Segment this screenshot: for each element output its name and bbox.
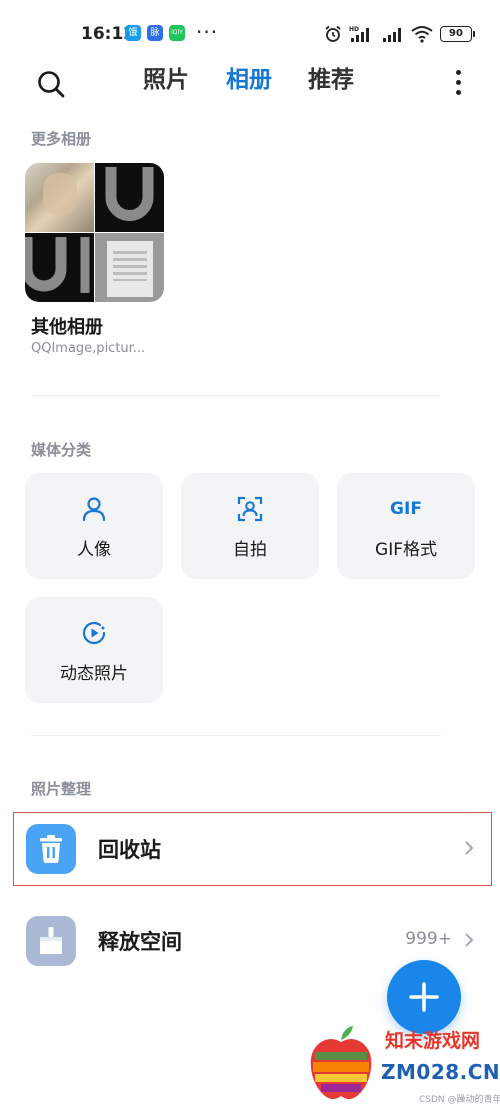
- more-notifications-icon: ···: [196, 20, 219, 44]
- album-subtitle: QQImage,pictur...: [31, 341, 146, 356]
- section-title-more-albums: 更多相册: [31, 130, 92, 148]
- watermark-credit: CSDN @躁动的青年: [419, 1095, 500, 1105]
- maimai-app-icon: 脉: [147, 25, 163, 41]
- chevron-right-icon: [465, 841, 474, 855]
- wifi-icon: [411, 26, 433, 43]
- signal-icon: [383, 28, 401, 42]
- media-card-label: GIF格式: [375, 540, 437, 560]
- recycle-bin-label: 回收站: [98, 838, 161, 862]
- watermark-title: 知末游戏网: [385, 1030, 481, 1052]
- iqiyi-app-icon: iQIY: [169, 25, 185, 41]
- battery-icon: 90: [440, 26, 475, 42]
- trash-icon: [26, 824, 76, 874]
- album-cover-other[interactable]: [25, 163, 164, 302]
- person-icon: [82, 497, 106, 522]
- svg-text:HD: HD: [349, 26, 359, 33]
- more-options-icon[interactable]: [454, 70, 462, 98]
- u-letter-image: [105, 167, 154, 221]
- signal-hd-icon: HD: [349, 26, 369, 42]
- album-thumbnail: [95, 163, 164, 232]
- status-indicators: HD 90: [324, 22, 475, 46]
- media-card-label: 动态照片: [60, 664, 128, 684]
- section-title-organize: 照片整理: [31, 780, 92, 798]
- album-thumbnail: [95, 233, 164, 302]
- recycle-bin-row[interactable]: 回收站: [0, 813, 500, 883]
- status-bar: 16:12 饿 脉 iQIY ··· HD 90: [0, 0, 500, 60]
- free-up-space-label: 释放空间: [98, 930, 182, 954]
- album-thumbnail: [25, 163, 94, 232]
- u-letter-image: [25, 237, 90, 293]
- tab-albums[interactable]: 相册: [226, 60, 272, 94]
- section-title-media-types: 媒体分类: [31, 441, 92, 459]
- media-card-selfie[interactable]: 自拍: [181, 473, 319, 579]
- broom-icon: [26, 916, 76, 966]
- eleme-app-icon: 饿: [125, 25, 141, 41]
- watermark-domain: ZM028.CN: [381, 1060, 500, 1084]
- top-bar: 照片 相册 推荐: [0, 60, 500, 108]
- media-card-gif[interactable]: GIF GIF格式: [337, 473, 475, 579]
- apple-logo-icon: [310, 1026, 372, 1099]
- watermark: 知末游戏网 ZM028.CN CSDN @躁动的青年: [303, 1022, 500, 1108]
- media-card-label: 人像: [77, 540, 111, 560]
- divider: [31, 735, 441, 736]
- tab-photos[interactable]: 照片: [143, 60, 189, 94]
- tab-recommended[interactable]: 推荐: [308, 60, 354, 94]
- alarm-icon: [325, 25, 341, 42]
- media-card-label: 自拍: [233, 540, 267, 560]
- selfie-icon: [237, 496, 263, 522]
- album-thumbnail: [25, 233, 94, 302]
- chevron-right-icon: [465, 933, 474, 947]
- gif-icon: GIF: [390, 499, 422, 519]
- plus-icon: [409, 982, 439, 1012]
- motion-photo-icon: [82, 621, 106, 645]
- media-card-portrait[interactable]: 人像: [25, 473, 163, 579]
- free-up-space-count: 999+: [405, 929, 452, 949]
- search-icon[interactable]: [36, 69, 66, 99]
- album-name[interactable]: 其他相册: [31, 313, 103, 339]
- media-card-motion-photo[interactable]: 动态照片: [25, 597, 163, 703]
- divider: [31, 395, 441, 396]
